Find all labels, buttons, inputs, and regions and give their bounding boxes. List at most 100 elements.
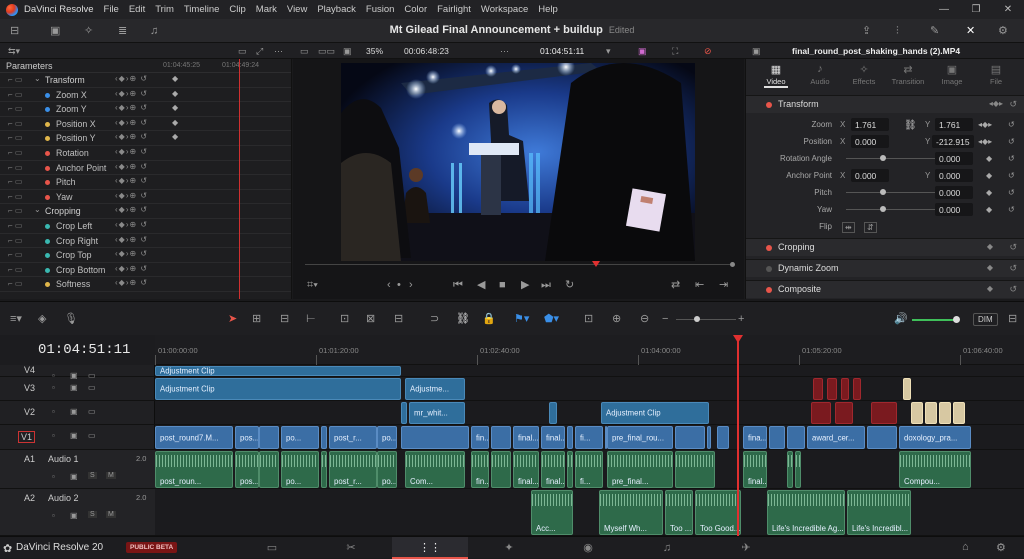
compound-clip[interactable] bbox=[953, 402, 965, 424]
zoom-slider-knob[interactable] bbox=[694, 316, 700, 322]
chevron-down-icon[interactable]: ⌄ bbox=[34, 205, 41, 214]
track-enable-icon[interactable]: ▭ bbox=[88, 383, 96, 392]
zoom-out-icon[interactable]: − bbox=[662, 312, 668, 326]
lock-icon[interactable]: ▫ bbox=[52, 472, 55, 481]
page-fairlight[interactable]: ♫ bbox=[629, 537, 705, 559]
track-enable-icon[interactable]: ▭ bbox=[88, 431, 96, 440]
page-color[interactable]: ◉ bbox=[550, 537, 626, 559]
tab-image[interactable]: ▣ Image bbox=[930, 63, 974, 86]
lock-icon[interactable]: ⌐ ▭ bbox=[8, 177, 22, 186]
audio-clip[interactable] bbox=[675, 451, 715, 488]
overwrite-clip-icon[interactable]: ⊠ bbox=[366, 312, 375, 326]
param-row-zoom-x[interactable]: ⌐ ▭ Zoom X ‹◆›⊕ ↺ ◆ bbox=[0, 88, 291, 103]
position-x-field[interactable]: 0.000 bbox=[851, 135, 889, 148]
video-clip[interactable]: doxology_pra... bbox=[899, 426, 971, 449]
dynamic-trim-icon[interactable]: ⊟ bbox=[280, 312, 289, 326]
audio-clip[interactable]: Too ... bbox=[665, 490, 693, 535]
solo-button[interactable]: S bbox=[88, 472, 97, 479]
compound-clip[interactable] bbox=[939, 402, 951, 424]
scrubber-playhead[interactable] bbox=[592, 261, 601, 267]
video-clip[interactable] bbox=[401, 426, 469, 449]
jog-dot-icon[interactable]: • bbox=[397, 278, 401, 292]
camera-icon[interactable]: ▣ bbox=[70, 383, 78, 392]
keyframe-nav-icon[interactable]: ◂◆▸ bbox=[978, 137, 992, 146]
pitch-slider-knob[interactable] bbox=[880, 189, 886, 195]
viewer-mode-icon[interactable]: ▭ bbox=[300, 44, 309, 58]
lock-icon[interactable]: ⌐ ▭ bbox=[8, 265, 22, 274]
lock-icon[interactable]: ⌐ ▭ bbox=[8, 250, 22, 259]
jog-right-icon[interactable]: › bbox=[409, 278, 413, 292]
keyframe-marker-icon[interactable]: ◆ bbox=[172, 103, 178, 112]
compound-clip[interactable] bbox=[925, 402, 937, 424]
page-edit[interactable]: ⋮⋮ bbox=[392, 537, 468, 559]
viewer-timecode[interactable]: 01:04:51:11 bbox=[540, 46, 584, 56]
timeline-timecode[interactable]: 01:04:51:11 bbox=[38, 342, 130, 358]
keyframe-nav-icon[interactable]: ‹◆›⊕ ↺ bbox=[115, 89, 148, 98]
param-row-position-y[interactable]: ⌐ ▭ Position Y ‹◆›⊕ ↺ ◆ bbox=[0, 131, 291, 146]
video-clip[interactable] bbox=[321, 426, 327, 449]
menu-help[interactable]: Help bbox=[538, 4, 558, 15]
audio-clip[interactable]: post_r... bbox=[329, 451, 377, 488]
video-clip[interactable] bbox=[567, 426, 573, 449]
video-clip[interactable] bbox=[491, 426, 511, 449]
param-row-yaw[interactable]: ⌐ ▭ Yaw ‹◆›⊕ ↺ bbox=[0, 190, 291, 205]
mixer-icon[interactable]: ⫶ bbox=[896, 24, 899, 38]
keyframe-icon[interactable]: ◆ bbox=[987, 284, 993, 293]
video-clip[interactable] bbox=[769, 426, 785, 449]
audio-clip[interactable]: po... bbox=[377, 451, 397, 488]
param-row-cropping[interactable]: ⌐ ▭ ⌄ Cropping ‹◆›⊕ ↺ bbox=[0, 204, 291, 219]
mute-button[interactable]: M bbox=[106, 511, 116, 518]
camera-icon[interactable]: ▣ bbox=[70, 407, 78, 416]
marker-icon[interactable]: ⬟▾ bbox=[544, 312, 559, 326]
param-row-position-x[interactable]: ⌐ ▭ Position X ‹◆›⊕ ↺ ◆ bbox=[0, 117, 291, 132]
red-clip[interactable] bbox=[841, 378, 849, 400]
reset-icon[interactable]: ↺ bbox=[1009, 99, 1017, 110]
keyframe-icon[interactable]: ◆ bbox=[986, 205, 992, 214]
lock-icon[interactable]: ⌐ ▭ bbox=[8, 90, 22, 99]
audio-clip[interactable]: Com... bbox=[405, 451, 465, 488]
keyframe-nav-icon[interactable]: ‹◆›⊕ ↺ bbox=[115, 147, 148, 156]
position-lock-icon[interactable]: 🔒 bbox=[482, 312, 496, 326]
timeline-playhead[interactable] bbox=[733, 335, 743, 536]
keyframe-icon[interactable]: ◆ bbox=[987, 263, 993, 272]
speaker-icon[interactable]: 🔊 bbox=[894, 312, 908, 326]
keyframe-nav-icon[interactable]: ‹◆›⊕ ↺ bbox=[115, 74, 148, 83]
transform-overlay-icon[interactable]: ▣ bbox=[638, 44, 647, 58]
viewer-options-icon[interactable]: ⋯ bbox=[500, 44, 509, 58]
safe-area-icon[interactable]: ⛶ bbox=[672, 44, 678, 58]
video-clip[interactable]: po... bbox=[377, 426, 397, 449]
video-clip[interactable]: final... bbox=[513, 426, 539, 449]
adjustment-clip[interactable]: Adjustment Clip bbox=[601, 402, 709, 424]
chevron-down-icon[interactable]: ⌄ bbox=[34, 74, 41, 83]
video-clip[interactable] bbox=[401, 402, 407, 424]
section-dynamic-zoom[interactable]: Dynamic Zoom ◆ ↺ bbox=[746, 259, 1024, 277]
inspector-toggle-icon[interactable]: ✕ bbox=[966, 24, 975, 38]
yaw-slider[interactable] bbox=[846, 209, 936, 210]
transform-tool-icon[interactable]: ⌗▾ bbox=[307, 278, 318, 292]
reset-icon[interactable]: ↺ bbox=[1008, 120, 1015, 129]
red-clip[interactable] bbox=[853, 378, 861, 400]
audio-clip[interactable]: Life's Incredible Ag... bbox=[767, 490, 845, 535]
lock-icon[interactable]: ⌐ ▭ bbox=[8, 133, 22, 142]
video-clip[interactable] bbox=[549, 402, 557, 424]
adjustment-clip[interactable]: Adjustment Clip bbox=[155, 378, 401, 400]
lock-icon[interactable]: ⌐ ▭ bbox=[8, 104, 22, 113]
selection-tool-icon[interactable]: ➤ bbox=[228, 312, 237, 326]
match-frame-icon[interactable]: ⇄ bbox=[671, 278, 680, 292]
video-frame[interactable] bbox=[341, 63, 695, 261]
menu-color[interactable]: Color bbox=[404, 4, 427, 15]
lock-icon[interactable]: ⌐ ▭ bbox=[8, 75, 22, 84]
keyframe-marker-icon[interactable]: ◆ bbox=[172, 89, 178, 98]
audio-clip[interactable] bbox=[491, 451, 511, 488]
keyframe-nav-icon[interactable]: ‹◆›⊕ ↺ bbox=[115, 132, 148, 141]
param-row-crop-right[interactable]: ⌐ ▭ Crop Right ‹◆›⊕ ↺ bbox=[0, 234, 291, 249]
page-deliver[interactable]: ✈ bbox=[708, 537, 784, 559]
jog-left-icon[interactable]: ‹ bbox=[387, 278, 391, 292]
menu-playback[interactable]: Playback bbox=[317, 4, 356, 15]
scrubber[interactable] bbox=[305, 264, 733, 265]
keyframe-nav-icon[interactable]: ‹◆›⊕ ↺ bbox=[115, 176, 148, 185]
page-fusion[interactable]: ✦ bbox=[471, 537, 547, 559]
scrub-end-dot[interactable] bbox=[730, 262, 735, 267]
reset-icon[interactable]: ↺ bbox=[1009, 284, 1017, 295]
section-enabled-dot[interactable] bbox=[766, 102, 772, 108]
